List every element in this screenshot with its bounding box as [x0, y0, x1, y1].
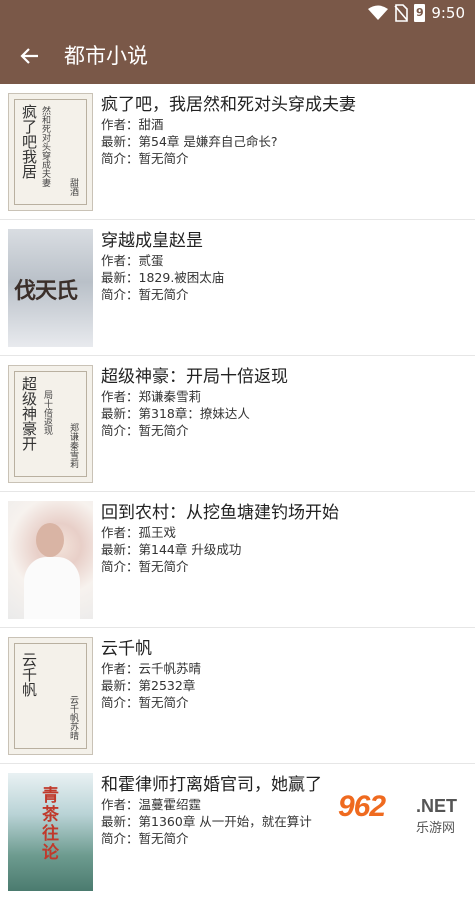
- cover-subtitle-text: 局十倍返现: [42, 390, 52, 435]
- latest-value: 第2532章: [138, 678, 196, 693]
- cover-author-text: 郑谦秦雪莉: [68, 423, 78, 468]
- latest-value: 第54章 是嫌弃自己命长?: [138, 134, 278, 149]
- latest-label: 最新：: [101, 814, 139, 829]
- book-cover: 青茶往论: [8, 773, 93, 891]
- author-label: 作者：: [101, 117, 139, 132]
- intro-value: 暂无简介: [138, 559, 189, 574]
- cover-subtitle-text: 然和死对头穿成夫妻: [40, 106, 50, 187]
- page-title: 都市小说: [64, 44, 148, 68]
- intro-label: 简介：: [101, 423, 139, 438]
- no-sim-icon: [394, 4, 409, 22]
- latest-value: 1829.被困太庙: [138, 270, 225, 285]
- book-title: 穿越成皇赵昰: [101, 231, 203, 251]
- latest-value: 第144章 升级成功: [138, 542, 242, 557]
- intro-label: 简介：: [101, 151, 139, 166]
- book-cover: 超级神豪开 局十倍返现 郑谦秦雪莉: [8, 365, 93, 483]
- latest-value: 第1360章 从一开始，就在算计: [138, 814, 312, 829]
- cover-figure-body: [24, 557, 80, 619]
- author-value: 贰蛋: [138, 253, 164, 268]
- book-intro: 简介：暂无简介: [101, 694, 467, 711]
- author-label: 作者：: [101, 389, 139, 404]
- cover-title-text: 超级神豪开: [20, 376, 38, 451]
- latest-label: 最新：: [101, 270, 139, 285]
- author-value: 孤王戏: [138, 525, 177, 540]
- book-author: 作者：贰蛋: [101, 252, 467, 269]
- intro-value: 暂无简介: [138, 695, 189, 710]
- book-cover-photo: [8, 501, 93, 619]
- latest-value: 第318章：撩妹达人: [138, 406, 250, 421]
- back-arrow-icon[interactable]: [16, 42, 44, 70]
- intro-value: 暂无简介: [138, 151, 189, 166]
- book-title: 云千帆: [101, 639, 152, 659]
- site-watermark-logo: 962 .NET 乐游网: [338, 790, 468, 840]
- book-info: 穿越成皇赵昰 作者：贰蛋 最新：1829.被困太庙 简介：暂无简介: [101, 230, 467, 303]
- book-intro: 简介：暂无简介: [101, 422, 467, 439]
- book-title: 回到农村：从挖鱼塘建钓场开始: [101, 503, 339, 523]
- book-title: 超级神豪：开局十倍返现: [101, 367, 288, 387]
- book-info: 云千帆 作者：云千帆苏晴 最新：第2532章 简介：暂无简介: [101, 638, 467, 711]
- book-intro: 简介：暂无简介: [101, 286, 467, 303]
- author-value: 温蔓霍绍霆: [138, 797, 202, 812]
- author-label: 作者：: [101, 797, 139, 812]
- cover-title-text: 疯了吧我居: [20, 104, 38, 179]
- cover-figure: [36, 523, 64, 557]
- watermark-number: 962: [338, 790, 386, 823]
- book-list-item[interactable]: 伐天氏 穿越成皇赵昰 作者：贰蛋 最新：1829.被困太庙 简介：暂无简介: [0, 220, 475, 356]
- book-list-item[interactable]: 回到农村：从挖鱼塘建钓场开始 作者：孤王戏 最新：第144章 升级成功 简介：暂…: [0, 492, 475, 628]
- cover-title-text: 云千帆: [20, 652, 38, 697]
- book-author: 作者：云千帆苏晴: [101, 660, 467, 677]
- author-label: 作者：: [101, 525, 139, 540]
- book-intro: 简介：暂无简介: [101, 558, 467, 575]
- book-info: 回到农村：从挖鱼塘建钓场开始 作者：孤王戏 最新：第144章 升级成功 简介：暂…: [101, 502, 467, 575]
- battery-level: 9: [415, 6, 424, 19]
- app-bar: 都市小说: [0, 28, 475, 84]
- book-latest: 最新：第54章 是嫌弃自己命长?: [101, 133, 467, 150]
- book-cover: 云千帆 云千帆苏晴: [8, 637, 93, 755]
- latest-label: 最新：: [101, 678, 139, 693]
- book-latest: 最新：第144章 升级成功: [101, 541, 467, 558]
- cover-author-text: 云千帆苏晴: [68, 695, 78, 740]
- clock: 9:50: [431, 4, 465, 22]
- book-cover: 伐天氏: [8, 229, 93, 347]
- book-author: 作者：孤王戏: [101, 524, 467, 541]
- book-intro: 简介：暂无简介: [101, 150, 467, 167]
- intro-label: 简介：: [101, 695, 139, 710]
- watermark-net: .NET: [416, 796, 458, 816]
- intro-value: 暂无简介: [138, 287, 189, 302]
- book-list-item[interactable]: 云千帆 云千帆苏晴 云千帆 作者：云千帆苏晴 最新：第2532章 简介：暂无简介: [0, 628, 475, 764]
- author-label: 作者：: [101, 253, 139, 268]
- author-value: 甜酒: [138, 117, 164, 132]
- battery-icon: 9: [414, 4, 426, 22]
- wifi-icon: [368, 5, 389, 20]
- latest-label: 最新：: [101, 134, 139, 149]
- book-latest: 最新：第318章：撩妹达人: [101, 405, 467, 422]
- book-author: 作者：郑谦秦雪莉: [101, 388, 467, 405]
- cover-title-text: 伐天氏: [14, 278, 78, 304]
- book-info: 疯了吧，我居然和死对头穿成夫妻 作者：甜酒 最新：第54章 是嫌弃自己命长? 简…: [101, 94, 467, 167]
- author-value: 云千帆苏晴: [138, 661, 202, 676]
- latest-label: 最新：: [101, 406, 139, 421]
- book-list-item[interactable]: 超级神豪开 局十倍返现 郑谦秦雪莉 超级神豪：开局十倍返现 作者：郑谦秦雪莉 最…: [0, 356, 475, 492]
- book-latest: 最新：1829.被困太庙: [101, 269, 467, 286]
- cover-author-text: 甜酒: [68, 178, 78, 196]
- book-author: 作者：甜酒: [101, 116, 467, 133]
- author-label: 作者：: [101, 661, 139, 676]
- watermark-site-name: 乐游网: [416, 821, 456, 836]
- book-info: 超级神豪：开局十倍返现 作者：郑谦秦雪莉 最新：第318章：撩妹达人 简介：暂无…: [101, 366, 467, 439]
- status-icons: 9 9:50: [368, 4, 465, 22]
- book-latest: 最新：第2532章: [101, 677, 467, 694]
- author-value: 郑谦秦雪莉: [138, 389, 202, 404]
- latest-label: 最新：: [101, 542, 139, 557]
- book-cover: 疯了吧我居 然和死对头穿成夫妻 甜酒: [8, 93, 93, 211]
- book-title: 疯了吧，我居然和死对头穿成夫妻: [101, 95, 356, 115]
- book-list-item[interactable]: 疯了吧我居 然和死对头穿成夫妻 甜酒 疯了吧，我居然和死对头穿成夫妻 作者：甜酒…: [0, 84, 475, 220]
- cover-title-text: 青茶往论: [42, 786, 59, 863]
- intro-label: 简介：: [101, 559, 139, 574]
- book-list: 疯了吧我居 然和死对头穿成夫妻 甜酒 疯了吧，我居然和死对头穿成夫妻 作者：甜酒…: [0, 84, 475, 899]
- intro-label: 简介：: [101, 287, 139, 302]
- status-bar: 9 9:50: [0, 0, 475, 28]
- intro-value: 暂无简介: [138, 423, 189, 438]
